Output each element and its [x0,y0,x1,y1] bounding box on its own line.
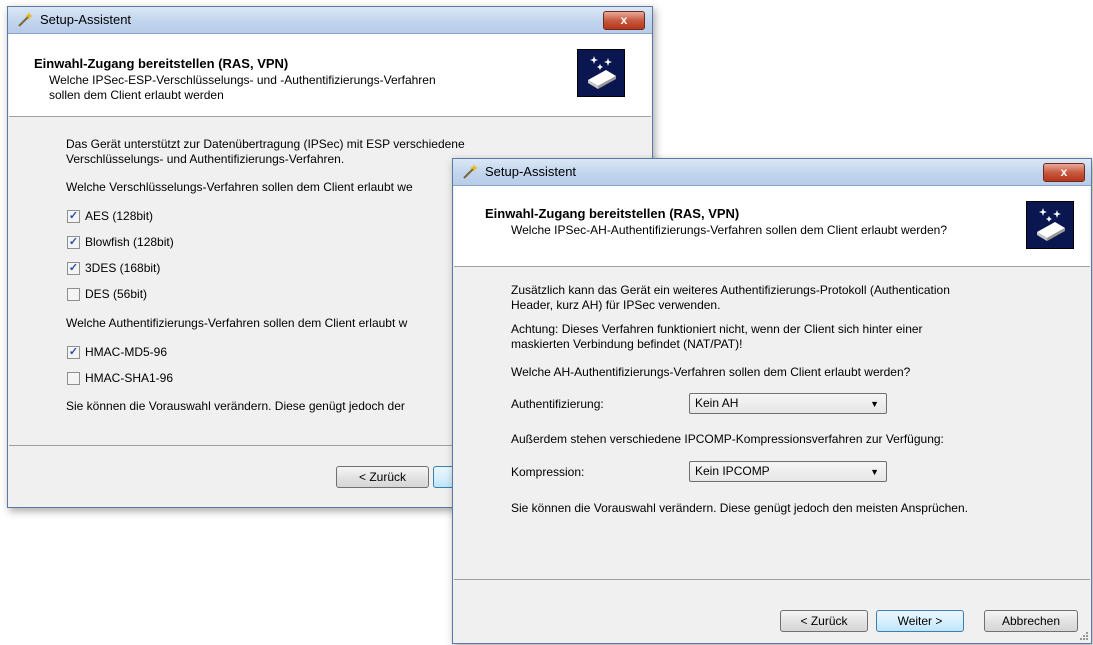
hmac-sha1-checkbox[interactable] [67,372,80,385]
back-header-title: Einwahl-Zugang bereitstellen (RAS, VPN) [34,56,289,71]
back-intro-line2: Verschlüsselungs- und Authentifizierungs… [66,152,345,166]
compression-select-value: Kein IPCOMP [695,464,770,478]
blowfish-label: Blowfish (128bit) [85,235,174,249]
aes-checkbox[interactable]: ✓ [67,210,80,223]
des-checkbox[interactable] [67,288,80,301]
des-label: DES (56bit) [85,287,148,301]
wizard-wand-icon [463,164,478,179]
ah-question: Welche AH-Authentifizierungs-Verfahren s… [511,365,911,379]
back-title-bar[interactable]: Setup-Assistent x [8,7,652,34]
blowfish-checkbox[interactable]: ✓ [67,236,80,249]
front-close-button[interactable]: x [1043,163,1085,182]
front-footer-text: Sie können die Vorauswahl verändern. Die… [511,501,968,515]
back-header-sub-line2: sollen dem Client erlaubt werden [49,88,224,102]
vpn-network-device-icon [577,49,625,97]
nat-warning-line2: maskierten Verbindung befindet (NAT/PAT)… [511,337,743,351]
back-footer-text: Sie können die Vorauswahl verändern. Die… [66,399,405,413]
front-next-button[interactable]: Weiter > [876,610,964,632]
hmac-sha1-label: HMAC-SHA1-96 [85,371,174,385]
back-close-button[interactable]: x [603,11,645,30]
front-cancel-button[interactable]: Abbrechen [984,610,1078,632]
front-dialog-title: Setup-Assistent [485,164,577,179]
back-dialog-title: Setup-Assistent [40,12,132,27]
front-title-bar[interactable]: Setup-Assistent x [453,159,1091,186]
auth-question: Welche Authentifizierungs-Verfahren soll… [66,316,408,330]
hmac-md5-label: HMAC-MD5-96 [85,345,168,359]
back-dialog-back-button[interactable]: < Zurück [336,466,429,488]
hmac-md5-checkbox[interactable]: ✓ [67,346,80,359]
front-header-sub: Welche IPSec-AH-Authentifizierungs-Verfa… [511,223,948,237]
front-intro-line1: Zusätzlich kann das Gerät ein weiteres A… [511,283,950,297]
back-header-sub-line1: Welche IPSec-ESP-Verschlüsselungs- und -… [49,73,436,87]
3des-label: 3DES (168bit) [85,261,161,275]
wizard-wand-icon [18,12,33,27]
chevron-down-icon: ▼ [870,467,879,477]
front-header: Einwahl-Zugang bereitstellen (RAS, VPN) … [454,186,1090,267]
front-intro-line2: Header, kurz AH) für IPSec verwenden. [511,298,721,312]
encryption-question: Welche Verschlüsselungs-Verfahren sollen… [66,180,413,194]
compression-label: Kompression: [511,465,585,479]
authentication-select[interactable]: Kein AH ▼ [689,393,887,414]
back-intro-line1: Das Gerät unterstützt zur Datenübertragu… [66,137,465,151]
front-footer-separator [454,579,1090,580]
authentication-select-value: Kein AH [695,396,739,410]
back-header: Einwahl-Zugang bereitstellen (RAS, VPN) … [9,34,651,117]
chevron-down-icon: ▼ [870,399,879,409]
3des-checkbox[interactable]: ✓ [67,262,80,275]
vpn-network-device-icon [1026,201,1074,249]
front-header-title: Einwahl-Zugang bereitstellen (RAS, VPN) [485,206,740,221]
front-setup-dialog: Setup-Assistent x Einwahl-Zugang bereits… [452,158,1092,644]
compression-select[interactable]: Kein IPCOMP ▼ [689,461,887,482]
front-back-button[interactable]: < Zurück [780,610,868,632]
nat-warning-line1: Achtung: Dieses Verfahren funktioniert n… [511,322,923,336]
aes-label: AES (128bit) [85,209,154,223]
ipcomp-text: Außerdem stehen verschiedene IPCOMP-Komp… [511,432,944,446]
resize-grip-icon[interactable] [1079,631,1089,641]
authentication-label: Authentifizierung: [511,397,604,411]
